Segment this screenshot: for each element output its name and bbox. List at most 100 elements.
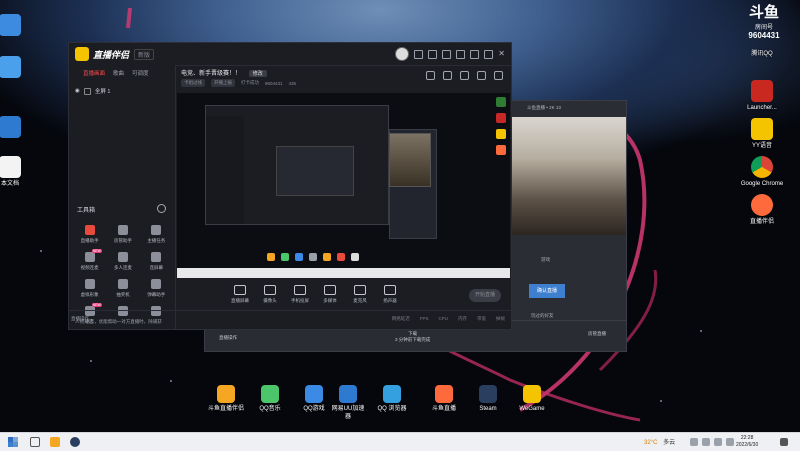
tool-item[interactable]: 连屏幕 xyxy=(140,252,173,271)
taskbar-clock[interactable]: 22:28 2022/6/30 xyxy=(736,435,758,449)
tab-schedule[interactable]: 可调度 xyxy=(132,69,149,77)
avatar[interactable] xyxy=(395,47,410,61)
tool-icon xyxy=(84,279,95,289)
start-stream-button[interactable]: 开始直播 xyxy=(469,289,501,302)
scene-checkbox[interactable] xyxy=(83,87,91,95)
uu-icon xyxy=(339,385,357,403)
desktop-icon-douyu[interactable]: 直播伴侣 xyxy=(734,194,790,226)
tool-label: 抽奖机 xyxy=(116,292,130,297)
room-meta-tag[interactable]: 卡组过线 xyxy=(181,79,205,87)
app-icon xyxy=(496,145,506,155)
volume-icon[interactable] xyxy=(726,438,734,446)
app-icon xyxy=(496,129,506,139)
phone-cast-icon xyxy=(294,285,306,295)
dock-app[interactable]: QQ游戏 xyxy=(296,385,332,413)
close-icon[interactable]: ✕ xyxy=(498,50,505,58)
window-icon[interactable] xyxy=(414,49,424,59)
desktop-icon-chrome[interactable]: Google Chrome xyxy=(734,156,790,188)
desktop-icon-launcher[interactable]: Launcher... xyxy=(734,80,790,112)
eye-icon[interactable]: ◉ xyxy=(75,88,80,94)
screen-icon[interactable] xyxy=(428,49,438,59)
menu-icon[interactable] xyxy=(456,49,466,59)
source-control[interactable]: 多媒体 xyxy=(319,285,341,304)
tool-item[interactable]: 房管助手 xyxy=(106,225,139,244)
gear-icon[interactable] xyxy=(157,204,166,213)
dock-app-label: QQ游戏 xyxy=(303,406,325,412)
game-client-window[interactable]: 斗鱼直播 • 2K 13 游戏 确认直播 玩过的好友 xyxy=(510,100,627,322)
tool-item[interactable]: 弹幕助手 xyxy=(140,279,173,298)
dock-app[interactable]: 网易UU加速器 xyxy=(330,385,366,421)
star xyxy=(40,250,42,252)
nested-right-icons xyxy=(496,97,508,155)
minimize-icon[interactable] xyxy=(470,49,480,59)
room-title: 电竞、新手晋级赛！！ xyxy=(181,71,242,77)
source-control[interactable]: 扬声器 xyxy=(379,285,401,304)
dock-app[interactable]: 斗鱼直播伴侣 xyxy=(208,385,244,413)
task-view-icon[interactable] xyxy=(30,437,40,447)
settings-icon[interactable] xyxy=(442,49,452,59)
confirm-stream-button[interactable]: 确认直播 xyxy=(529,284,565,298)
document-icon xyxy=(0,156,21,178)
dock-app[interactable]: QQ音乐 xyxy=(252,385,288,413)
tab-live-view[interactable]: 直播画面 xyxy=(83,69,105,77)
dock-app-label: WeGame xyxy=(519,406,545,412)
dock-app[interactable]: 斗鱼直播 xyxy=(426,385,462,413)
desktop-icon-qq[interactable]: 腾讯QQ xyxy=(734,48,790,58)
edit-title-button[interactable]: 修改 xyxy=(248,70,267,77)
taskbar: 32°C 多云 22:28 2022/6/30 xyxy=(0,432,800,451)
source-control[interactable]: 直播屏幕 xyxy=(229,285,251,304)
tool-item[interactable]: 多人连麦 xyxy=(106,252,139,271)
tool-label: 直播助手 xyxy=(80,238,99,243)
tool-item[interactable]: 抽奖机 xyxy=(106,279,139,298)
desktop-icon[interactable] xyxy=(0,56,38,80)
source-control[interactable]: 手机投屏 xyxy=(289,285,311,304)
dock-app[interactable]: Steam xyxy=(470,385,506,413)
gift-icon[interactable] xyxy=(460,71,469,80)
room-meta-tag[interactable]: 开播上报 xyxy=(211,79,235,87)
douyu-icon xyxy=(217,385,235,403)
bell-icon[interactable] xyxy=(477,71,486,80)
left-panel: 直播画面 歌曲 可调度 ◉ 全屏 1 工具箱 直播助手 房管助手 主播任务 NEW 视频… xyxy=(69,65,176,329)
tool-item[interactable]: NEW 视频连麦 xyxy=(73,249,106,271)
live-preview[interactable] xyxy=(177,93,510,278)
desktop-icon-yy[interactable]: YY语音 xyxy=(734,118,790,150)
desktop-dock-center: 网易UU加速器 QQ 浏览器 xyxy=(330,385,410,421)
steam-taskbar-icon[interactable] xyxy=(70,437,80,447)
dock-app-label: Steam xyxy=(479,406,497,412)
share-icon[interactable] xyxy=(426,71,435,80)
chrome-icon xyxy=(751,156,773,178)
chat-icon[interactable] xyxy=(443,71,452,80)
dock-app[interactable]: QQ 浏览器 xyxy=(374,385,410,421)
tool-icon xyxy=(117,252,128,262)
tray-icon[interactable] xyxy=(702,438,710,446)
room-meta-tag: 打卡成功 xyxy=(241,80,259,85)
source-control[interactable]: 麦克风 xyxy=(349,285,371,304)
notification-icon[interactable] xyxy=(780,438,788,446)
scene-item[interactable]: ◉ 全屏 1 xyxy=(69,81,175,101)
dock-app[interactable]: WeGame xyxy=(514,385,550,413)
tool-item[interactable]: 虚拟形象 xyxy=(73,279,106,298)
tab-songs[interactable]: 歌曲 xyxy=(113,69,124,77)
weather-widget[interactable]: 32°C 多云 xyxy=(644,437,675,446)
source-control[interactable]: 摄像头 xyxy=(259,285,281,304)
streaming-app-window[interactable]: 直播伴侣 新版 ✕ 直播画面 歌曲 可调度 ◉ 全屏 1 工具箱 直播助手 房管… xyxy=(68,42,512,330)
app-icon xyxy=(309,253,317,261)
tray-icon[interactable] xyxy=(690,438,698,446)
desktop-icon[interactable]: 本文档 xyxy=(0,156,38,188)
maximize-icon[interactable] xyxy=(484,49,494,59)
qq-game-icon xyxy=(305,385,323,403)
tool-item[interactable]: 主播任务 xyxy=(140,225,173,244)
link-icon[interactable] xyxy=(494,71,503,80)
tool-item[interactable]: 直播助手 xyxy=(73,225,106,244)
network-icon[interactable] xyxy=(714,438,722,446)
nested-app-preview xyxy=(205,105,389,225)
mic-icon xyxy=(354,285,366,295)
source-control-label: 手机投屏 xyxy=(291,298,309,303)
desktop-icon[interactable] xyxy=(0,116,38,140)
start-menu-icon[interactable] xyxy=(8,437,18,447)
tool-icon xyxy=(151,252,162,262)
tool-icon xyxy=(151,279,162,289)
room-number-badge: 斗鱼 房间号 9604431 xyxy=(748,4,780,40)
douyu-taskbar-icon[interactable] xyxy=(50,437,60,447)
desktop-icon[interactable] xyxy=(0,14,38,38)
